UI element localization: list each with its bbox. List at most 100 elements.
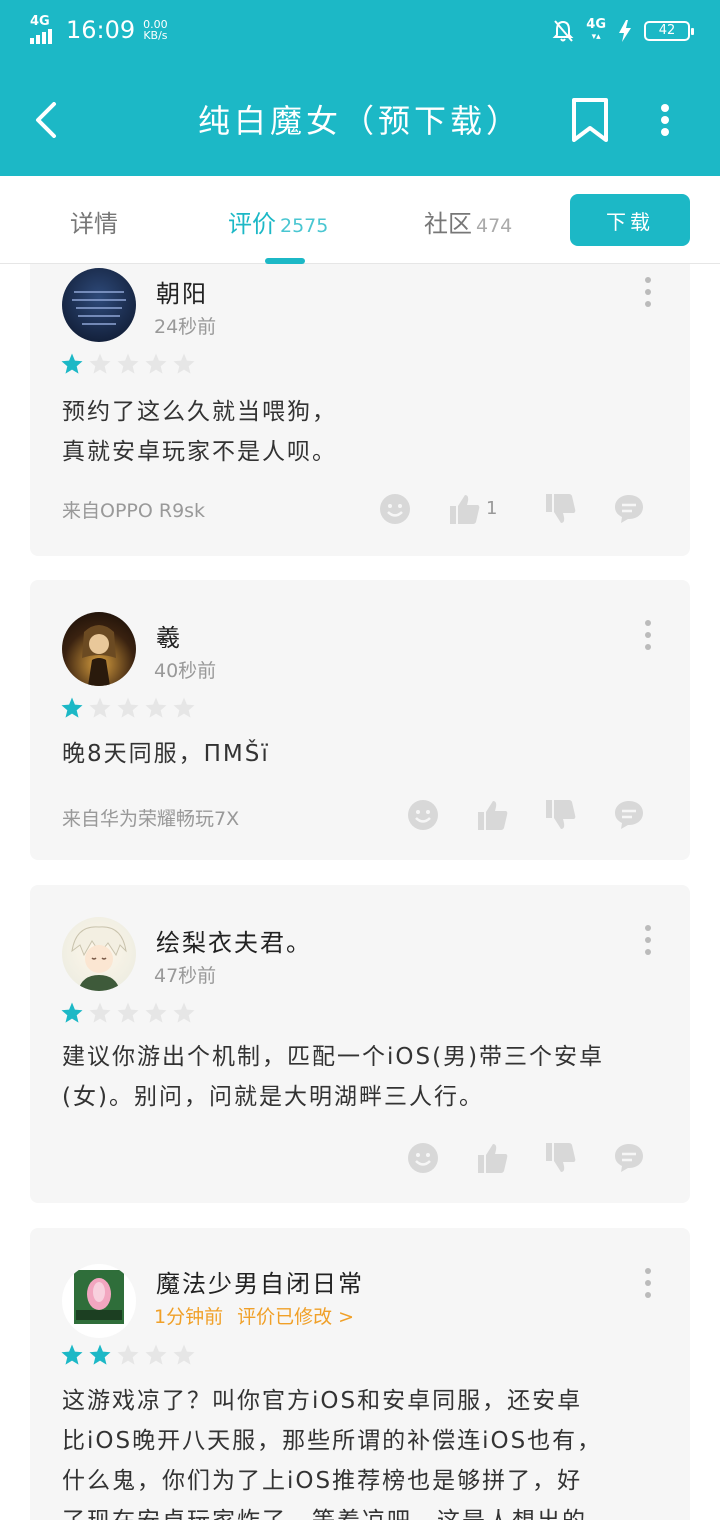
review-line: 比iOS晚开八天服，那些所谓的补偿连iOS也有， <box>62 1428 603 1454</box>
comment-icon[interactable] <box>612 492 646 526</box>
review-card: 绘梨衣夫君。 47秒前 建议你游出个机制，匹配一个iOS(男)带三个安卓 (女)… <box>30 885 690 1203</box>
review-list[interactable]: 朝阳 24秒前 预约了这么久就当喂狗， 真就安卓玩家不是人呗。 来自OPPO R… <box>0 264 720 1520</box>
charging-icon <box>619 20 631 42</box>
review-text: 建议你游出个机制，匹配一个iOS(男)带三个安卓 (女)。别问，问就是大明湖畔三… <box>62 1037 662 1117</box>
review-menu-button[interactable] <box>642 1268 654 1298</box>
comment-icon[interactable] <box>612 798 646 832</box>
tab-details-label: 详情 <box>70 210 118 238</box>
review-line: 建议你游出个机制，匹配一个iOS(男)带三个安卓 <box>62 1044 605 1070</box>
star-empty-icon <box>145 1002 167 1023</box>
notification-off-icon <box>552 20 574 42</box>
review-card: 魔法少男自闭日常 1分钟前 评价已修改 > 这游戏凉了？叫你官方iOS和安卓同服，… <box>30 1228 690 1520</box>
review-time: 40秒前 <box>154 656 216 683</box>
avatar-image <box>82 625 116 686</box>
rating-stars <box>60 1001 196 1025</box>
star-filled-icon <box>61 353 83 374</box>
thumbs-down-icon[interactable] <box>544 1141 578 1175</box>
speed-unit: KB/s <box>143 29 168 42</box>
status-right: 4G ▾▴ 42 <box>552 18 694 44</box>
star-empty-icon <box>89 353 111 374</box>
review-time: 24秒前 <box>154 312 216 339</box>
nav-bar: 纯白魔女（预下载） <box>0 64 720 176</box>
thumbs-up-icon[interactable] <box>448 492 482 526</box>
review-menu-button[interactable] <box>642 620 654 650</box>
review-menu-button[interactable] <box>642 277 654 307</box>
thumbs-down-icon[interactable] <box>544 492 578 526</box>
back-arrow-icon <box>36 102 56 138</box>
username[interactable]: 羲 <box>156 618 182 653</box>
star-empty-icon <box>145 353 167 374</box>
edited-link[interactable]: 评价已修改 > <box>237 1306 354 1328</box>
review-line: 什么鬼，你们为了上iOS推荐榜也是够拼了，好 <box>62 1468 583 1494</box>
more-dot-icon <box>661 116 669 124</box>
review-time: 1分钟前 评价已修改 > <box>154 1302 354 1329</box>
avatar[interactable] <box>62 1264 136 1338</box>
tab-reviews-label: 评价 <box>228 210 276 238</box>
thumbs-up-icon[interactable] <box>476 798 510 832</box>
review-actions <box>406 798 658 834</box>
review-card: 羲 40秒前 晚8天同服，ПМŠї 来自华为荣耀畅玩7X <box>30 580 690 860</box>
star-filled-icon <box>61 697 83 718</box>
rating-stars <box>60 696 196 720</box>
emoji-react-icon[interactable] <box>406 798 440 832</box>
username[interactable]: 绘梨衣夫君。 <box>156 923 312 958</box>
thumbs-up-icon[interactable] <box>476 1141 510 1175</box>
review-line: (女)。别问，问就是大明湖畔三人行。 <box>62 1084 484 1110</box>
star-empty-icon <box>173 353 195 374</box>
tab-reviews[interactable]: 评价 2575 <box>228 204 328 239</box>
star-filled-icon <box>61 1002 83 1023</box>
review-line: 真就安卓玩家不是人呗。 <box>62 439 337 465</box>
tab-bar: 详情 评价 2575 社区 474 下载 <box>0 176 720 264</box>
review-line: 晚8天同服，ПМŠї <box>62 741 270 767</box>
battery-icon: 42 <box>644 21 694 41</box>
status-bar: 4G 16:09 0.00 KB/s 4G ▾▴ 42 <box>0 0 720 64</box>
app-header: 4G 16:09 0.00 KB/s 4G ▾▴ 42 纯白魔女（预下载） <box>0 0 720 176</box>
back-button[interactable] <box>26 96 66 144</box>
star-empty-icon <box>117 353 139 374</box>
tab-details[interactable]: 详情 <box>70 204 118 239</box>
mobile-data-label: 4G <box>586 17 606 32</box>
more-dot-icon <box>661 128 669 136</box>
star-empty-icon <box>89 697 111 718</box>
review-time: 47秒前 <box>154 961 216 988</box>
review-menu-button[interactable] <box>642 925 654 955</box>
tab-community[interactable]: 社区 474 <box>424 204 512 239</box>
username[interactable]: 朝阳 <box>156 274 208 309</box>
review-text: 预约了这么久就当喂狗， 真就安卓玩家不是人呗。 <box>62 392 662 472</box>
star-empty-icon <box>117 1002 139 1023</box>
signal-icon: 4G <box>30 14 58 44</box>
device-info: 来自OPPO R9sk <box>62 500 206 522</box>
avatar[interactable] <box>62 268 136 342</box>
tab-community-label: 社区 <box>424 210 472 238</box>
emoji-react-icon[interactable] <box>406 1141 440 1175</box>
download-button[interactable]: 下载 <box>570 194 690 246</box>
star-empty-icon <box>173 1002 195 1023</box>
review-time-text: 40秒前 <box>154 660 217 682</box>
tab-community-count: 474 <box>476 215 513 237</box>
review-line: 了现在安卓玩家炸了，等着凉吧，这是人想出的 <box>62 1501 662 1520</box>
review-card: 朝阳 24秒前 预约了这么久就当喂狗， 真就安卓玩家不是人呗。 来自OPPO R… <box>30 264 690 556</box>
review-time-text: 47秒前 <box>154 965 217 987</box>
avatar-image <box>71 926 127 991</box>
status-left: 4G 16:09 0.00 KB/s <box>30 14 168 44</box>
rating-stars <box>60 352 196 376</box>
mobile-data-indicator: 4G ▾▴ <box>586 18 606 44</box>
thumbs-down-icon[interactable] <box>544 798 578 832</box>
battery-level: 42 <box>658 23 676 38</box>
emoji-react-icon[interactable] <box>378 492 412 526</box>
star-empty-icon <box>117 1344 139 1365</box>
avatar[interactable] <box>62 917 136 991</box>
avatar[interactable] <box>62 612 136 686</box>
more-options-button[interactable] <box>650 100 680 140</box>
star-empty-icon <box>89 1002 111 1023</box>
bookmark-button[interactable] <box>570 98 610 142</box>
star-filled-icon <box>61 1344 83 1365</box>
tab-reviews-count: 2575 <box>280 215 329 237</box>
bookmark-icon <box>572 98 608 142</box>
device-info: 来自华为荣耀畅玩7X <box>62 808 240 830</box>
review-actions: 1 <box>378 492 658 528</box>
username[interactable]: 魔法少男自闭日常 <box>156 1264 364 1299</box>
review-text: 这游戏凉了？叫你官方iOS和安卓同服，还安卓 比iOS晚开八天服，那些所谓的补偿… <box>62 1381 662 1520</box>
comment-icon[interactable] <box>612 1141 646 1175</box>
star-empty-icon <box>173 697 195 718</box>
